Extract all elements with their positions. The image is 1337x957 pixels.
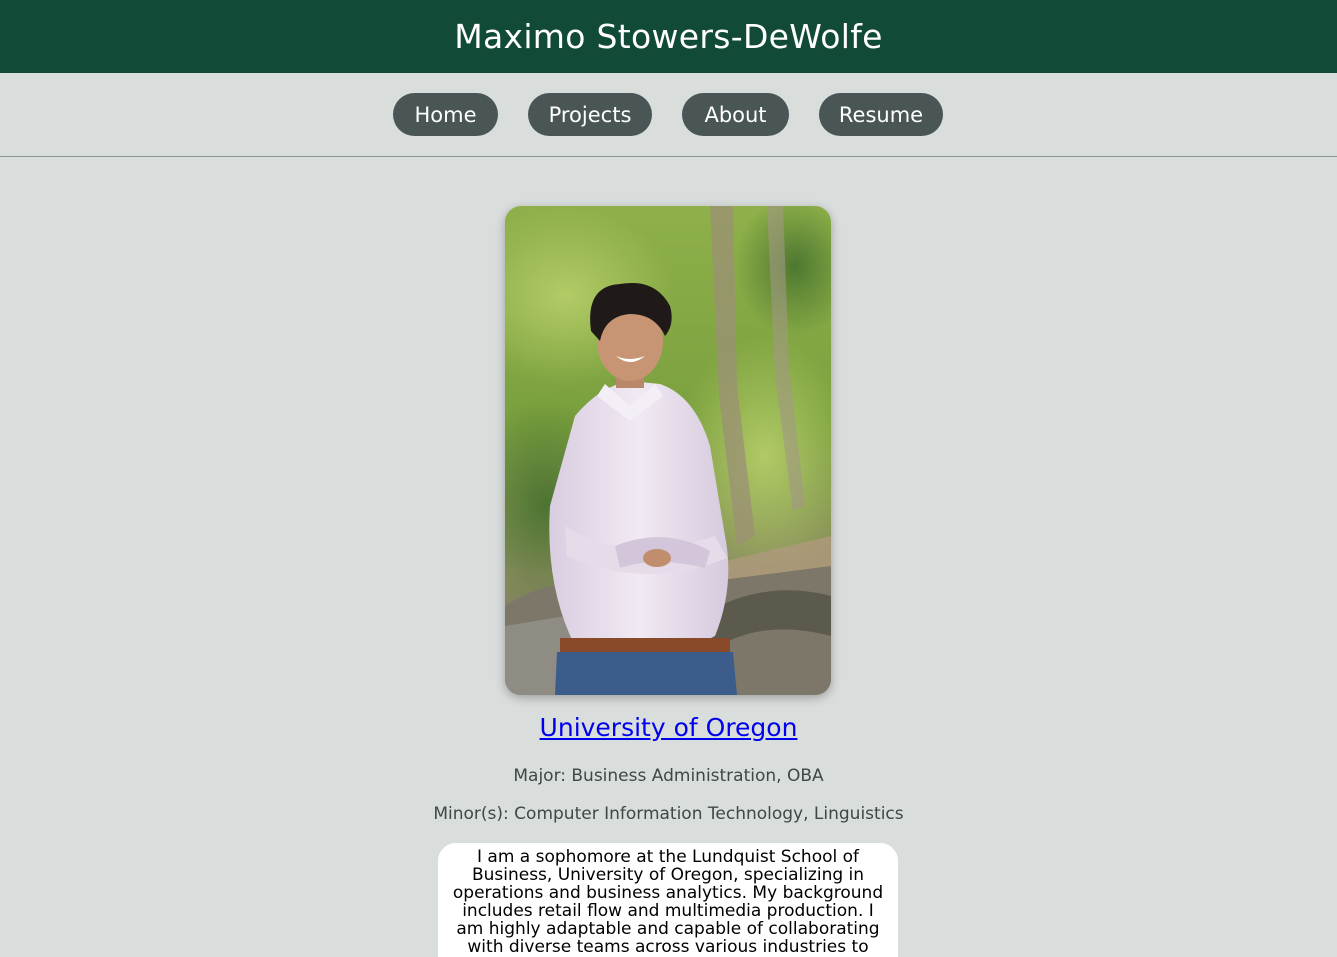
university-link[interactable]: University of Oregon: [0, 713, 1337, 742]
major-text: Major: Business Administration, OBA: [513, 766, 824, 786]
nav-resume-button[interactable]: Resume: [819, 93, 943, 136]
site-title: Maximo Stowers-DeWolfe: [454, 17, 883, 56]
nav-projects-button[interactable]: Projects: [528, 93, 652, 136]
nav-home-button[interactable]: Home: [393, 93, 498, 136]
profile-photo: [505, 206, 831, 695]
nav-about-button[interactable]: About: [682, 93, 789, 136]
bio-text: I am a sophomore at the Lundquist School…: [452, 847, 884, 957]
minors-text: Minor(s): Computer Information Technolog…: [433, 804, 904, 824]
bio-card: I am a sophomore at the Lundquist School…: [438, 843, 898, 957]
site-header: Maximo Stowers-DeWolfe: [0, 0, 1337, 73]
main-nav: Home Projects About Resume: [0, 73, 1337, 157]
